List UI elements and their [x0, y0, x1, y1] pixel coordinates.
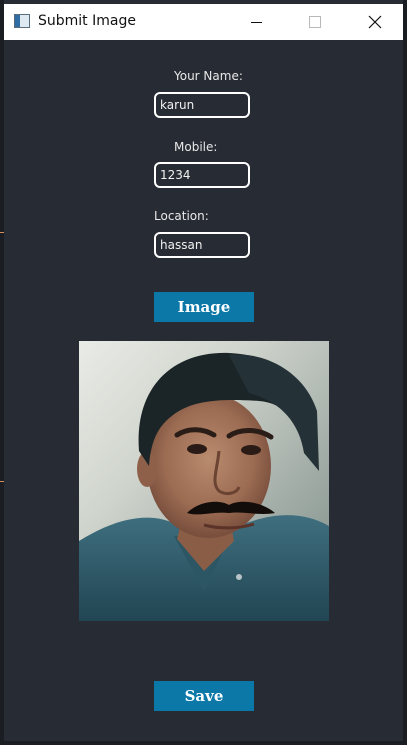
name-field[interactable] [154, 92, 250, 118]
maximize-button[interactable] [292, 4, 338, 40]
window-frame-bottom [0, 741, 407, 745]
photo-image [79, 341, 329, 621]
close-button[interactable] [352, 4, 398, 40]
minimize-icon [250, 21, 262, 23]
window-frame-right [403, 0, 407, 745]
image-button[interactable]: Image [154, 292, 254, 322]
maximize-icon [309, 16, 321, 28]
edge-mark [0, 481, 4, 482]
edge-mark [0, 232, 4, 233]
location-label: Location: [154, 209, 209, 223]
submit-image-window: Submit Image Your Name: Mobile: Location… [0, 0, 407, 745]
close-icon [368, 15, 382, 29]
location-field[interactable] [154, 232, 250, 258]
window-title: Submit Image [38, 13, 136, 29]
minimize-button[interactable] [233, 4, 279, 40]
title-bar[interactable]: Submit Image [4, 4, 403, 40]
window-frame-left [0, 0, 4, 745]
mobile-label: Mobile: [174, 140, 218, 154]
save-button[interactable]: Save [154, 681, 254, 711]
name-label: Your Name: [174, 69, 243, 83]
mobile-field[interactable] [154, 162, 250, 188]
app-window-icon [14, 14, 30, 28]
uploaded-photo [79, 341, 329, 621]
